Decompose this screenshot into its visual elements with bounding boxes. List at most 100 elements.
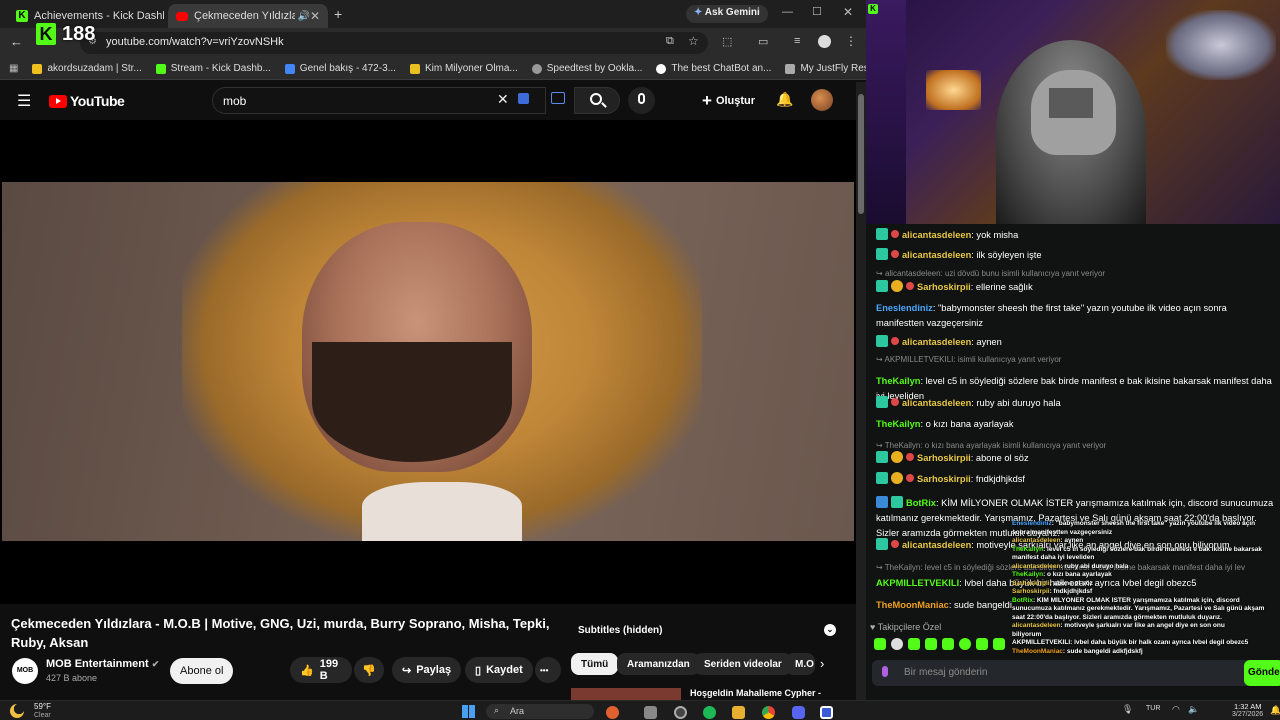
like-button[interactable]: 👍 199 B [290,657,352,683]
chat-message: alicantasdeleen: yok misha [876,228,1274,243]
emote-icon[interactable] [908,638,920,650]
youtube-logo[interactable]: YouTube [49,93,125,109]
back-arrow-icon[interactable]: ← [10,34,23,49]
bookmark-item[interactable]: Stream - Kick Dashb... [155,63,271,74]
app-icon[interactable] [606,706,619,719]
bookmark-item[interactable]: My JustFly Reservati... [785,63,866,74]
page-scrollbar[interactable] [856,82,866,700]
scrollbar-thumb[interactable] [858,94,864,214]
chat-message-input[interactable]: Bir mesaj gönderin [872,660,1252,686]
chat-username[interactable]: TheKailyn [876,376,920,386]
subscribe-button[interactable]: Abone ol [170,658,234,684]
app-icon[interactable] [674,706,687,719]
keyboard-icon[interactable] [551,92,565,104]
chip-mob[interactable]: M.O [785,653,815,675]
minimize-icon[interactable]: — [782,6,793,18]
taskbar-search[interactable]: ⌕ Ara [486,704,594,719]
microphone-icon[interactable] [882,666,888,677]
star-icon[interactable]: ☆ [688,34,699,48]
clear-search-icon[interactable]: ✕ [497,91,509,108]
profile-avatar-icon[interactable] [818,35,831,48]
chat-username[interactable]: alicantasdeleen [902,250,971,260]
install-icon[interactable]: ⧉ [666,35,674,48]
subtitles-panel[interactable]: Subtitles (hidden) ⌄ [570,622,842,642]
notification-bell-icon[interactable]: 🔔 [1270,705,1280,716]
account-avatar[interactable] [811,89,833,111]
task-view-icon[interactable] [644,706,657,719]
chat-username[interactable]: Sarhoskirpii [917,453,971,463]
volume-icon[interactable]: 🔈 [1188,704,1199,715]
chat-username[interactable]: TheKailyn [876,419,920,429]
bookmark-item[interactable]: The best ChatBot an... [656,63,771,74]
chat-username[interactable]: AKPMILLETVEKILI [876,578,959,588]
chat-username[interactable]: alicantasdeleen [902,337,971,347]
weather-temp[interactable]: 59°F [34,702,51,711]
chat-username[interactable]: alicantasdeleen [902,230,971,240]
ask-gemini-button[interactable]: ✦ Ask Gemini [686,5,768,23]
kick-logo-icon: K [36,23,56,45]
next-video-title[interactable]: Hoşgeldin Mahalleme Cypher - [690,688,821,698]
send-button[interactable]: Gönder [1244,660,1280,686]
emote-icon[interactable] [976,638,988,650]
app-icon[interactable] [820,706,833,719]
chat-username[interactable]: TheMoonManiac [876,600,949,610]
emote-icon[interactable] [993,638,1005,650]
extensions-icon[interactable]: ⬚ [722,35,732,48]
bookmark-item[interactable]: akordsuzadam | Str... [32,63,142,74]
chrome-icon[interactable] [762,706,775,719]
dislike-button[interactable]: 👎 [354,657,384,683]
save-button[interactable]: ▯ Kaydet [465,657,533,683]
bookmark-label: akordsuzadam | Str... [47,63,142,74]
language-indicator[interactable]: TUR [1146,705,1160,712]
chevron-down-icon[interactable]: ⌄ [824,624,836,636]
url-field[interactable]: ⚙ youtube.com/watch?v=vriYzovNSHk [80,32,708,54]
emote-icon[interactable] [891,638,903,650]
chat-username[interactable]: BotRix [906,498,936,508]
translate-icon[interactable] [518,93,529,104]
maximize-icon[interactable]: ☐ [812,5,822,18]
chat-username[interactable]: alicantasdeleen [902,540,971,550]
emote-icon[interactable] [925,638,937,650]
new-tab-button[interactable]: + [334,6,342,22]
hamburger-menu-icon[interactable]: ☰ [17,91,31,111]
emote-icon[interactable] [959,638,971,650]
emote-icon[interactable] [942,638,954,650]
emote-icon[interactable] [874,638,886,650]
chat-username[interactable]: alicantasdeleen [902,398,971,408]
bookmark-item[interactable]: Kim Milyoner Olma... [409,63,518,74]
bookmark-item[interactable]: Genel bakış - 472-3... [284,63,396,74]
browser-menu-icon[interactable]: ⋮ [845,34,857,48]
microphone-icon[interactable]: 🎙 [1122,704,1133,715]
search-input[interactable]: mob ✕ [212,87,546,114]
windows-start-icon[interactable] [462,705,475,718]
notifications-bell-icon[interactable]: 🔔 [776,91,793,108]
cast-icon[interactable]: ▭ [758,35,768,48]
voice-search-button[interactable] [628,87,655,114]
chat-text: ilk söyleyen işte [976,250,1042,260]
share-button[interactable]: ↪ Paylaş [392,657,462,683]
clock-time[interactable]: 1:32 AM [1234,702,1262,711]
next-video-thumbnail[interactable] [571,688,681,700]
create-button[interactable]: + Oluştur [702,91,755,111]
chat-username[interactable]: Eneslendiniz [876,303,933,313]
wifi-icon[interactable]: ◠ [1172,704,1180,715]
file-explorer-icon[interactable] [732,706,745,719]
spotify-icon[interactable] [703,706,716,719]
window-close-icon[interactable]: ✕ [843,5,853,19]
chip-series[interactable]: Seriden videolar [694,653,792,675]
close-icon[interactable]: ✕ [310,9,320,23]
chevron-right-icon[interactable]: › [820,656,824,671]
chip-all[interactable]: Tümü [571,653,619,675]
more-actions-button[interactable]: ••• [535,657,561,683]
bookmark-item[interactable]: Speedtest by Ookla... [531,63,642,74]
search-button[interactable] [574,87,620,114]
apps-grid-icon[interactable]: ▦ [9,63,18,74]
channel-avatar[interactable]: MOB [12,658,38,684]
media-control-icon[interactable]: ≡ [794,35,800,47]
chat-username[interactable]: Sarhoskirpii [917,474,971,484]
chip-from-search[interactable]: Aramanızdan [617,653,700,675]
discord-icon[interactable] [792,706,805,719]
channel-name[interactable]: MOB Entertainment ✔ [46,658,159,670]
tab-youtube[interactable]: Çekmeceden Yıldızlara - M.O.B 🔊 ✕ [168,4,328,28]
chat-username[interactable]: Sarhoskirpii [917,282,971,292]
